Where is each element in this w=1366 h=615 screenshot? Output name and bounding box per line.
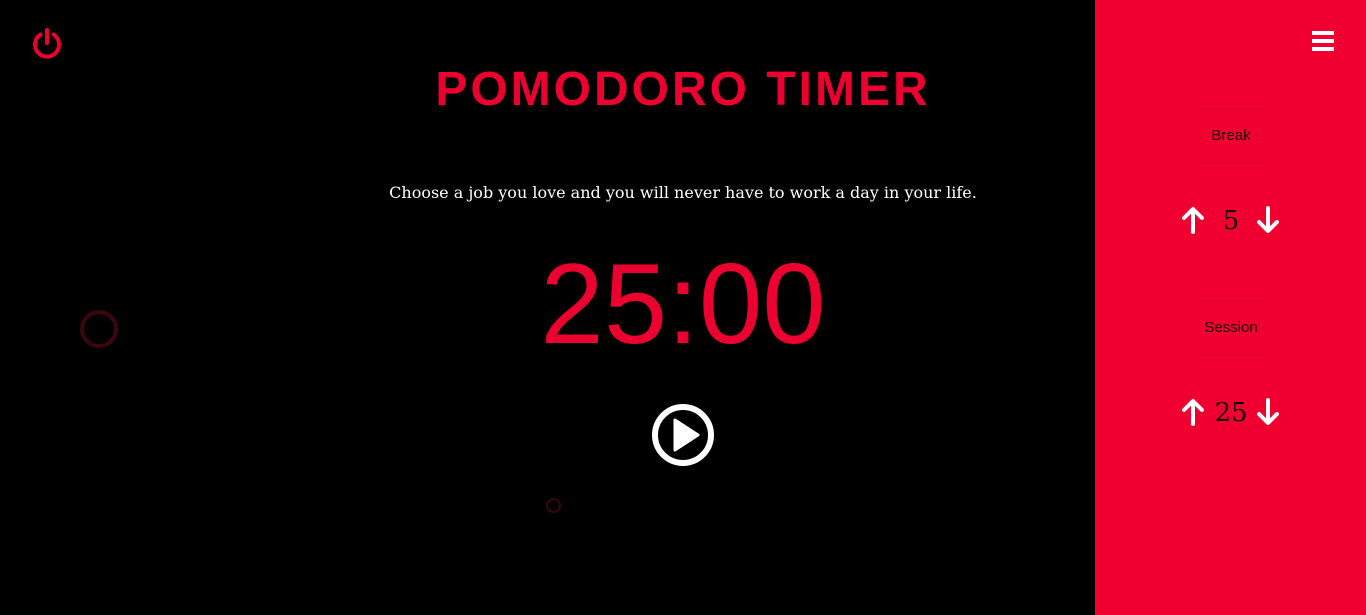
break-increase-button[interactable] bbox=[1180, 204, 1206, 236]
play-circle-icon bbox=[652, 404, 714, 466]
pomodoro-app: POMODORO TIMER Choose a job you love and… bbox=[0, 0, 1366, 615]
arrow-down-icon bbox=[1257, 206, 1279, 233]
break-decrease-button[interactable] bbox=[1255, 204, 1281, 236]
session-decrease-button[interactable] bbox=[1255, 396, 1281, 428]
break-value: 5 bbox=[1222, 206, 1240, 236]
session-increase-button[interactable] bbox=[1180, 396, 1206, 428]
arrow-down-icon bbox=[1257, 398, 1279, 425]
session-value: 25 bbox=[1214, 398, 1248, 428]
main-panel: POMODORO TIMER Choose a job you love and… bbox=[0, 0, 1095, 615]
settings-sidebar: Break 5 Session 25 bbox=[1095, 0, 1366, 615]
arrow-up-icon bbox=[1182, 399, 1204, 426]
session-label: Session bbox=[1198, 301, 1264, 355]
break-controls: 5 bbox=[1095, 204, 1366, 240]
session-controls: 25 bbox=[1095, 396, 1366, 432]
play-button[interactable] bbox=[651, 403, 715, 467]
menu-button[interactable] bbox=[1312, 30, 1334, 52]
arrow-up-icon bbox=[1182, 207, 1204, 234]
break-label: Break bbox=[1198, 109, 1264, 163]
